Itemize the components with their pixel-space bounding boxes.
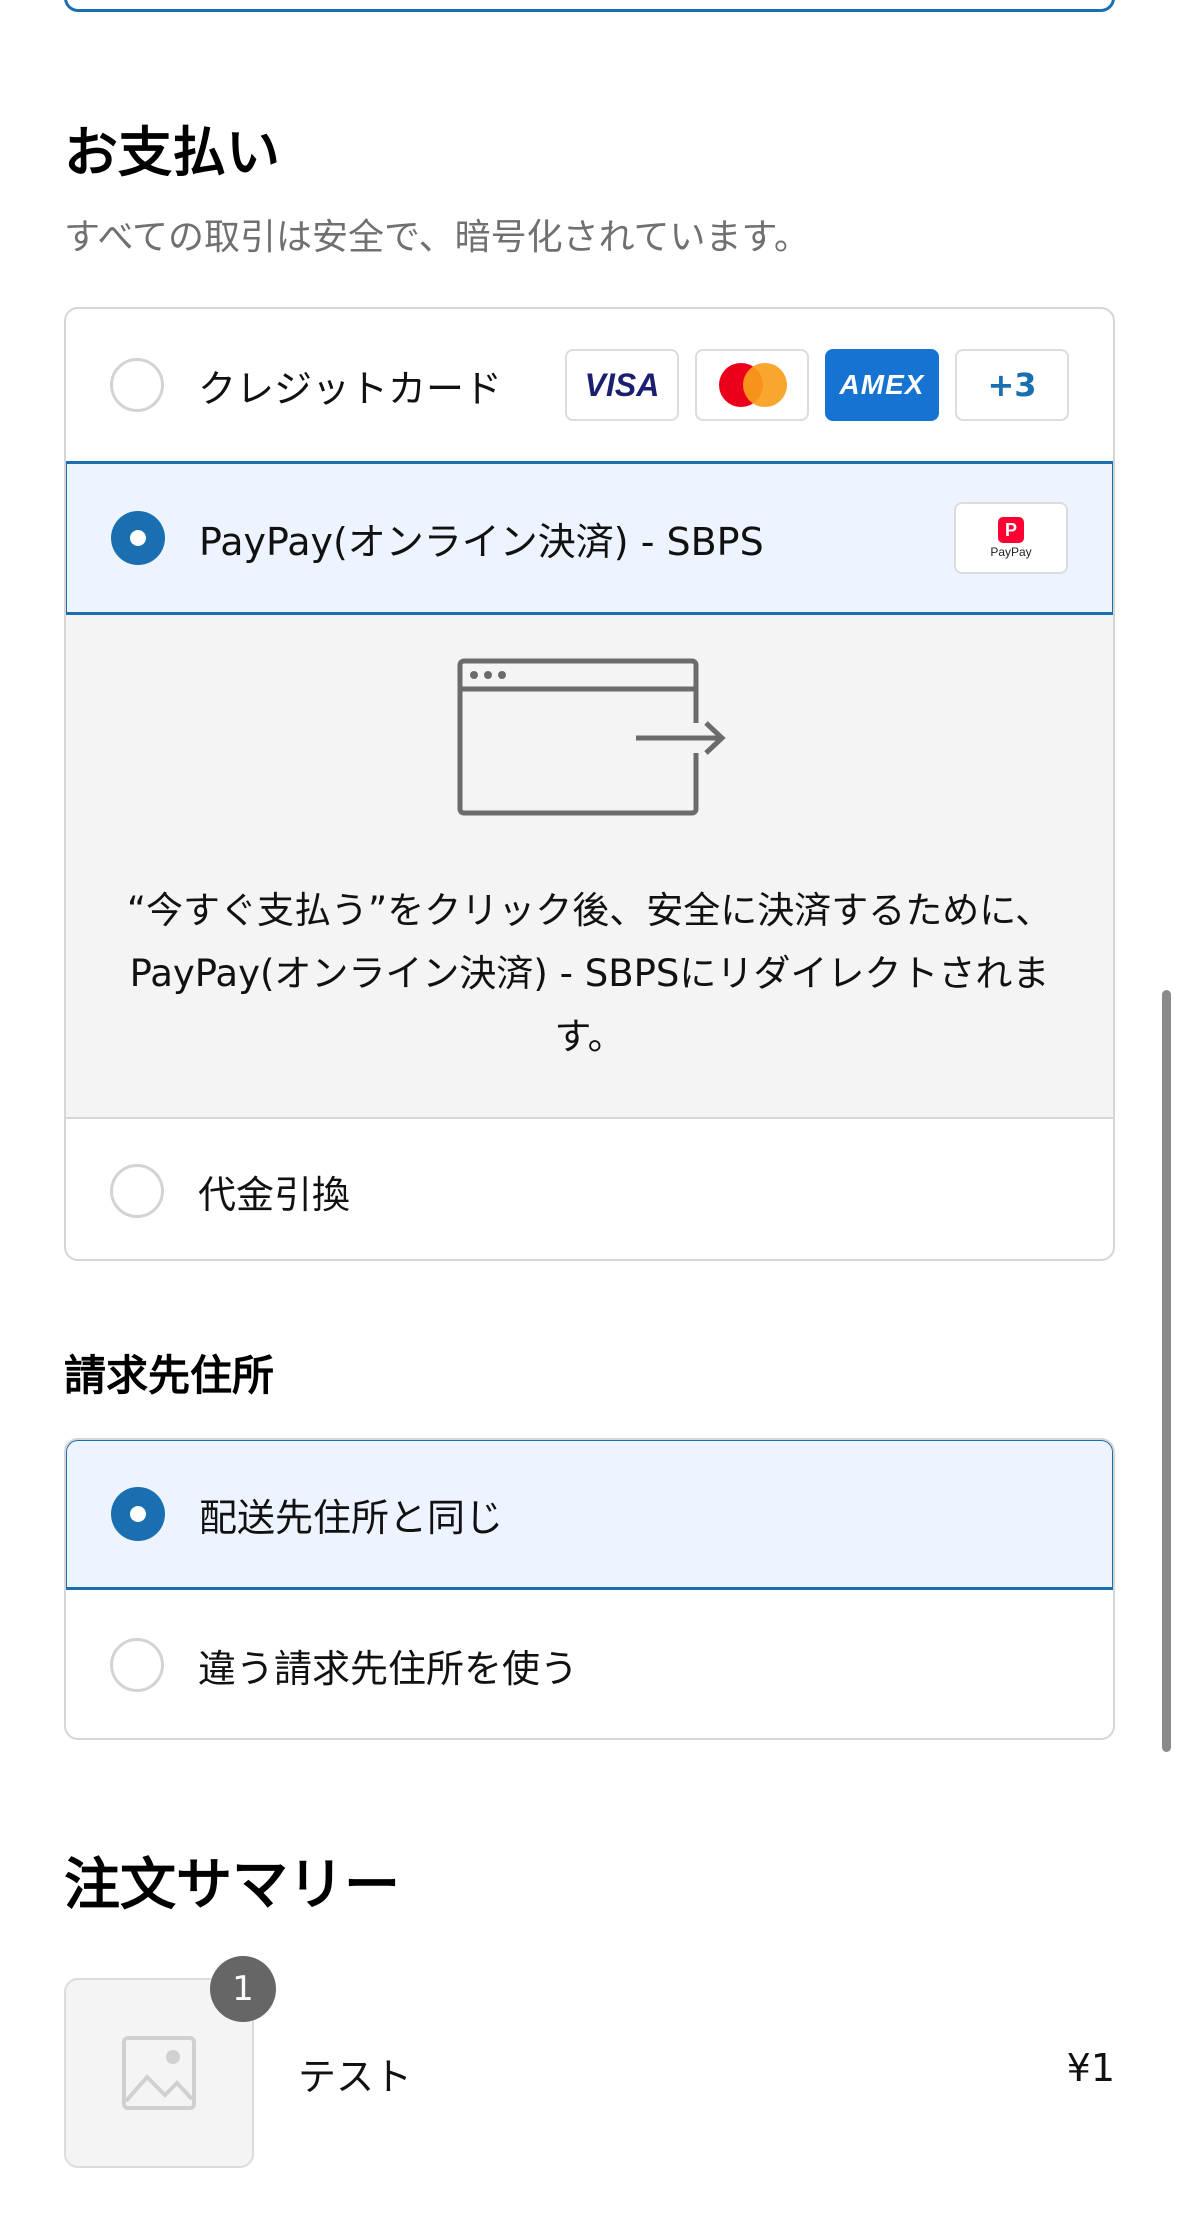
credit-card-radio[interactable] — [110, 358, 164, 412]
credit-card-label: クレジットカード — [198, 366, 503, 411]
paypay-logo: P PayPay — [954, 502, 1068, 574]
payment-option-paypay[interactable]: PayPay(オンライン決済) - SBPS P PayPay — [66, 461, 1113, 615]
payment-heading: お支払い — [64, 121, 280, 184]
card-brands: VISA AMEX +3 — [565, 349, 1069, 421]
item-quantity-badge: 1 — [210, 1956, 276, 2022]
billing-address-box: 配送先住所と同じ 違う請求先住所を使う — [64, 1438, 1115, 1740]
payment-methods-box: クレジットカード VISA AMEX +3 PayPay(オンライン決済) - … — [64, 307, 1115, 1261]
paypay-mark-icon: P — [998, 517, 1024, 543]
browser-redirect-icon — [457, 658, 726, 816]
image-placeholder-icon — [122, 2036, 196, 2110]
item-price: ¥1 — [1066, 2046, 1115, 2090]
billing-different-label: 違う請求先住所を使う — [198, 1646, 579, 1691]
paypay-radio[interactable] — [111, 511, 165, 565]
payment-subtitle: すべての取引は安全で、暗号化されています。 — [64, 217, 810, 258]
payment-option-cod[interactable]: 代金引換 — [66, 1119, 1113, 1259]
previous-section-box-edge — [64, 0, 1115, 12]
billing-different-radio[interactable] — [110, 1638, 164, 1692]
paypay-label: PayPay(オンライン決済) - SBPS — [199, 519, 764, 564]
paypay-logo-text: PayPay — [990, 545, 1032, 559]
paypay-redirect-panel: “今すぐ支払う”をクリック後、安全に決済するために、PayPay(オンライン決済… — [66, 615, 1113, 1119]
item-name: テスト — [298, 2055, 413, 2099]
more-brands-badge[interactable]: +3 — [955, 349, 1069, 421]
billing-heading: 請求先住所 — [64, 1351, 275, 1400]
paypay-redirect-message: “今すぐ支払う”をクリック後、安全に決済するために、PayPay(オンライン決済… — [126, 889, 1053, 1058]
billing-option-different[interactable]: 違う請求先住所を使う — [66, 1590, 1113, 1738]
summary-heading: 注文サマリー — [64, 1853, 400, 1918]
amex-logo: AMEX — [825, 349, 939, 421]
mastercard-logo-icon — [695, 349, 809, 421]
payment-option-credit-card[interactable]: クレジットカード VISA AMEX +3 — [66, 309, 1113, 461]
scrollbar[interactable] — [1162, 990, 1171, 1752]
visa-logo: VISA — [565, 349, 679, 421]
cod-radio[interactable] — [110, 1164, 164, 1218]
cod-label: 代金引換 — [198, 1172, 351, 1217]
billing-same-radio[interactable] — [111, 1487, 165, 1541]
billing-option-same[interactable]: 配送先住所と同じ — [66, 1440, 1113, 1590]
billing-same-label: 配送先住所と同じ — [199, 1495, 504, 1540]
